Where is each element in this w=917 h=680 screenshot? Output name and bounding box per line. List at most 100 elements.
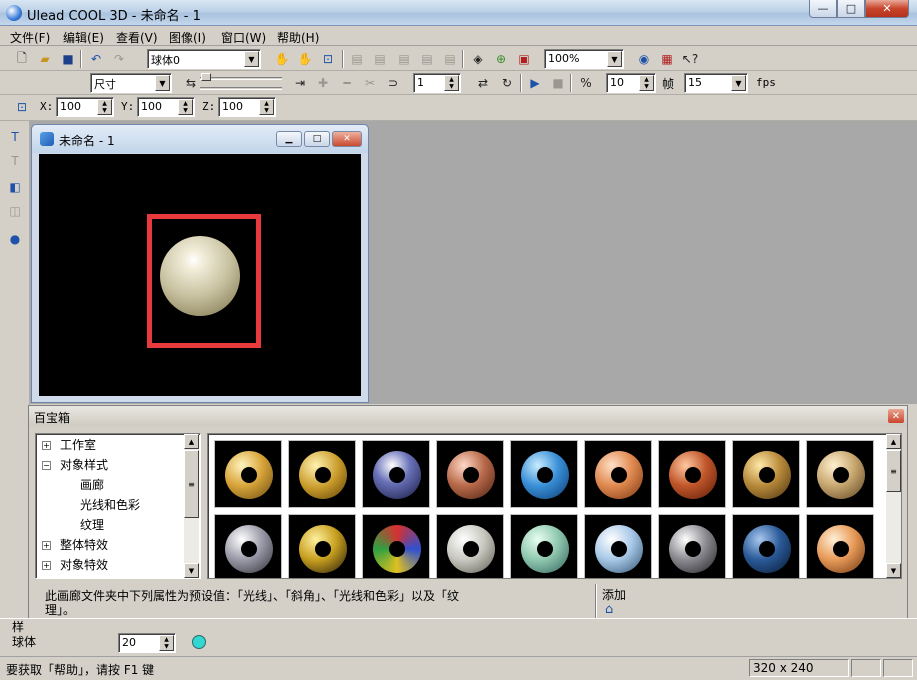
scroll-down-icon[interactable]: ▼ xyxy=(184,563,199,578)
open-folder-icon[interactable]: ▰ xyxy=(37,51,53,67)
stepper-arrows-icon[interactable]: ▲ ▼ xyxy=(178,99,193,115)
tree-toggle[interactable]: + xyxy=(42,541,51,550)
tree-item-object-style[interactable]: 对象样式 xyxy=(60,456,108,473)
preset-thumbnail[interactable] xyxy=(806,440,874,508)
zoom-select[interactable]: 100% ▼ xyxy=(544,49,624,69)
hand-tool-icon[interactable]: ✋ xyxy=(274,51,290,67)
export-icon[interactable]: ▦ xyxy=(659,51,675,67)
object-color-swatch[interactable] xyxy=(192,635,206,649)
scroll-up-icon[interactable]: ▲ xyxy=(886,434,901,449)
chevron-down-icon[interactable]: ▼ xyxy=(244,51,259,67)
preset-thumbnail[interactable] xyxy=(288,514,356,578)
preset-thumbnail[interactable] xyxy=(584,514,652,578)
preset-thumbnail[interactable] xyxy=(658,514,726,578)
preset-thumbnail[interactable] xyxy=(362,440,430,508)
gallery-scrollbar[interactable]: ▲ ≡ ▼ xyxy=(886,434,901,578)
keyframe-slider-track[interactable] xyxy=(200,87,282,90)
scroll-up-icon[interactable]: ▲ xyxy=(184,434,199,449)
y-stepper[interactable]: 100 ▲ ▼ xyxy=(137,97,195,117)
doc-maximize-button[interactable]: □ xyxy=(304,131,330,147)
preset-thumbnail[interactable] xyxy=(214,440,282,508)
document-title-bar[interactable]: 未命名 - 1 ▁ □ ✕ xyxy=(32,125,368,153)
stepper-arrows-icon[interactable]: ▲ ▼ xyxy=(444,75,459,91)
play-icon[interactable]: ▶ xyxy=(527,75,543,91)
edit-text-icon[interactable]: T xyxy=(7,153,23,169)
scroll-down-icon[interactable]: ▼ xyxy=(886,563,901,578)
chevron-down-icon[interactable]: ▼ xyxy=(607,51,622,67)
context-help-icon[interactable]: ↖? xyxy=(682,51,698,67)
attribute-select[interactable]: 尺寸 ▼ xyxy=(90,73,172,93)
menu-view[interactable]: 查看(V) xyxy=(116,29,158,46)
tree-scrollbar[interactable]: ▲ ≡ ▼ xyxy=(184,434,199,578)
reverse-icon[interactable]: ⊃ xyxy=(385,75,401,91)
fit-object-icon[interactable]: ⊡ xyxy=(320,51,336,67)
preset-thumbnail[interactable] xyxy=(288,440,356,508)
scroll-thumb[interactable]: ≡ xyxy=(184,450,199,518)
x-stepper[interactable]: 100 ▲ ▼ xyxy=(56,97,114,117)
stop-icon[interactable]: ■ xyxy=(550,75,566,91)
menu-window[interactable]: 窗口(W) xyxy=(221,29,266,46)
minimize-button[interactable]: — xyxy=(809,0,837,18)
tree-item-studio[interactable]: 工作室 xyxy=(60,436,96,453)
swap-icon[interactable]: ⇄ xyxy=(475,75,491,91)
document-window[interactable]: 未命名 - 1 ▁ □ ✕ xyxy=(31,124,369,403)
frame-count-stepper[interactable]: 10 ▲ ▼ xyxy=(606,73,656,93)
edit-geometry-icon[interactable]: ◫ xyxy=(7,203,23,219)
insert-geometry-icon[interactable]: ◧ xyxy=(7,179,23,195)
insert-text-icon[interactable]: T xyxy=(7,129,23,145)
menu-help[interactable]: 帮助(H) xyxy=(277,29,319,46)
maximize-button[interactable]: □ xyxy=(837,0,865,18)
preset-thumbnail[interactable] xyxy=(732,440,800,508)
layer-icon-4[interactable]: ▤ xyxy=(419,51,435,67)
percent-icon[interactable]: % xyxy=(578,75,594,91)
layer-icon-2[interactable]: ▤ xyxy=(372,51,388,67)
chevron-down-icon[interactable]: ▼ xyxy=(731,75,746,91)
layer-icon-1[interactable]: ▤ xyxy=(349,51,365,67)
preset-thumbnail[interactable] xyxy=(806,514,874,578)
frame-number-stepper[interactable]: 1 ▲ ▼ xyxy=(413,73,461,93)
z-stepper[interactable]: 100 ▲ ▼ xyxy=(218,97,276,117)
stepper-arrows-icon[interactable]: ▲ ▼ xyxy=(639,75,654,91)
chevron-down-icon[interactable]: ▼ xyxy=(155,75,170,91)
close-button[interactable]: ✕ xyxy=(865,0,909,18)
preset-thumbnail[interactable] xyxy=(436,514,504,578)
render-icon[interactable]: ◉ xyxy=(636,51,652,67)
stepper-arrows-icon[interactable]: ▲ ▼ xyxy=(259,99,274,115)
timeline-slider-track[interactable] xyxy=(200,77,282,80)
menu-image[interactable]: 图像(I) xyxy=(169,29,206,46)
tree-toggle[interactable]: + xyxy=(42,561,51,570)
layer-icon-3[interactable]: ▤ xyxy=(396,51,412,67)
panel-title-bar[interactable]: 百宝箱 ✕ xyxy=(29,406,907,426)
add-keyframe-icon[interactable]: ✚ xyxy=(315,75,331,91)
tree-item-global-fx[interactable]: 整体特效 xyxy=(60,536,108,553)
go-end-icon[interactable]: ⇥ xyxy=(292,75,308,91)
preset-thumbnail[interactable] xyxy=(214,514,282,578)
panel-close-button[interactable]: ✕ xyxy=(888,409,904,423)
menu-edit[interactable]: 编辑(E) xyxy=(63,29,104,46)
fps-select[interactable]: 15 ▼ xyxy=(684,73,748,93)
transform-mode-icon[interactable]: ⊡ xyxy=(14,99,30,115)
preset-thumbnail[interactable] xyxy=(584,440,652,508)
split-keyframe-icon[interactable]: ✂ xyxy=(362,75,378,91)
scroll-thumb[interactable]: ≡ xyxy=(886,450,901,492)
remove-keyframe-icon[interactable]: ━ xyxy=(339,75,355,91)
insert-sphere-icon[interactable]: ● xyxy=(7,231,23,247)
redo-icon[interactable]: ↷ xyxy=(111,51,127,67)
timeline-slider-thumb[interactable] xyxy=(201,73,211,81)
tree-toggle[interactable]: − xyxy=(42,461,51,470)
preset-thumbnail[interactable] xyxy=(732,514,800,578)
tree-toggle[interactable]: + xyxy=(42,441,51,450)
preset-thumbnail[interactable] xyxy=(436,440,504,508)
preset-thumbnail[interactable] xyxy=(658,440,726,508)
add-to-gallery-icon[interactable]: ⌂ xyxy=(605,602,621,618)
object-value-stepper[interactable]: 20 ▲ ▼ xyxy=(118,633,176,653)
new-file-icon[interactable]: 🗋 xyxy=(14,51,30,67)
edit-path-icon[interactable]: ▣ xyxy=(516,51,532,67)
tree-item-texture[interactable]: 纹理 xyxy=(80,516,104,533)
stepper-arrows-icon[interactable]: ▲ ▼ xyxy=(97,99,112,115)
undo-icon[interactable]: ↶ xyxy=(88,51,104,67)
object-manager-icon[interactable]: ◈ xyxy=(470,51,486,67)
object-select[interactable]: 球体0 ▼ xyxy=(147,49,261,69)
preset-thumbnail[interactable] xyxy=(510,440,578,508)
preset-thumbnail[interactable] xyxy=(510,514,578,578)
